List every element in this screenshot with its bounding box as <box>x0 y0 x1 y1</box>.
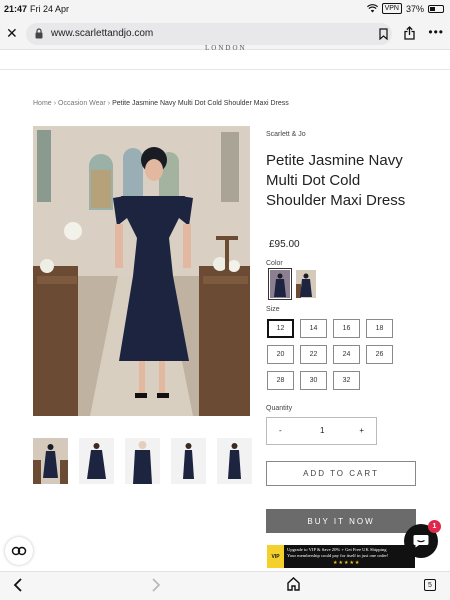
breadcrumb: Home › Occasion Wear › Petite Jasmine Navy M… <box>33 100 289 107</box>
more-icon[interactable]: ••• <box>428 25 444 39</box>
size-option-22[interactable]: 22 <box>300 345 327 364</box>
wifi-icon <box>366 4 378 13</box>
bookmark-icon[interactable] <box>379 28 388 40</box>
color-label: Color <box>266 260 283 267</box>
vip-promo-banner[interactable]: VIP Upgrade to VIP & Save 20% + Get Free… <box>267 545 415 568</box>
forward-arrow-icon[interactable] <box>151 577 161 593</box>
battery-icon <box>428 4 444 13</box>
tabs-icon[interactable]: 5 <box>424 579 436 591</box>
site-logo-fragment: LONDON <box>205 44 247 52</box>
status-indicators: VPN 37% <box>366 3 444 14</box>
back-arrow-icon[interactable] <box>13 577 23 593</box>
size-option-12[interactable]: 12 <box>267 319 294 338</box>
buy-now-button[interactable]: BUY IT NOW <box>266 509 416 533</box>
url-text: www.scarlettandjo.com <box>51 28 154 39</box>
breadcrumb-category[interactable]: Occasion Wear <box>58 100 106 107</box>
chat-notification-badge: 1 <box>428 520 441 533</box>
product-price: £95.00 <box>269 239 300 250</box>
size-selector: 12 14 16 18 20 22 24 26 28 30 32 <box>267 319 401 390</box>
quantity-label: Quantity <box>266 405 293 412</box>
thumbnail-strip <box>33 438 252 484</box>
address-bar[interactable]: www.scarlettandjo.com <box>26 23 392 45</box>
browser-toolbar: 5 <box>0 571 450 600</box>
breadcrumb-current: Petite Jasmine Navy Multi Dot Cold Shoul… <box>112 100 289 107</box>
battery-level <box>430 6 436 11</box>
product-brand[interactable]: Scarlett & Jo <box>266 131 306 138</box>
home-icon[interactable] <box>287 577 300 591</box>
accessibility-button[interactable] <box>5 537 33 565</box>
size-option-30[interactable]: 30 <box>300 371 327 390</box>
breadcrumb-home[interactable]: Home <box>33 100 52 107</box>
product-photo <box>33 126 250 416</box>
size-option-14[interactable]: 14 <box>300 319 327 338</box>
quantity-increase-button[interactable]: + <box>359 426 364 435</box>
share-icon[interactable] <box>404 26 415 40</box>
product-title: Petite Jasmine Navy Multi Dot Cold Shoul… <box>266 152 406 209</box>
vip-badge: VIP <box>267 545 284 568</box>
thumbnail-1[interactable] <box>33 438 68 484</box>
close-icon[interactable]: ✕ <box>6 25 18 42</box>
thumbnail-4[interactable] <box>171 438 206 484</box>
size-option-18[interactable]: 18 <box>366 319 393 338</box>
status-date: Fri 24 Apr <box>30 4 70 14</box>
size-option-32[interactable]: 32 <box>333 371 360 390</box>
size-option-16[interactable]: 16 <box>333 319 360 338</box>
thumbnail-5[interactable] <box>217 438 252 484</box>
rating-stars: ★★★★★ <box>333 560 361 566</box>
vpn-badge: VPN <box>381 3 402 14</box>
color-swatch-2[interactable] <box>296 270 316 298</box>
promo-line-1: Upgrade to VIP & Save 20% + Get Free UK … <box>287 547 387 552</box>
chat-icon <box>413 535 429 548</box>
size-option-20[interactable]: 20 <box>267 345 294 364</box>
quantity-decrease-button[interactable]: - <box>279 426 282 435</box>
accessibility-icon <box>11 546 27 556</box>
header-divider <box>0 69 450 70</box>
size-label: Size <box>266 306 280 313</box>
status-time: 21:47 <box>4 4 28 14</box>
main-product-image[interactable] <box>33 126 250 416</box>
color-swatch-1[interactable] <box>268 268 292 300</box>
lock-icon <box>35 28 43 39</box>
status-bar: 21:47 Fri 24 Apr VPN 37% <box>0 0 450 18</box>
quantity-stepper: - 1 + <box>266 417 377 445</box>
thumbnail-2[interactable] <box>79 438 114 484</box>
size-option-24[interactable]: 24 <box>333 345 360 364</box>
battery-percent: 37% <box>405 3 424 14</box>
size-option-26[interactable]: 26 <box>366 345 393 364</box>
breadcrumb-separator: › <box>53 100 57 107</box>
promo-line-2: Your membership could pay for itself in … <box>287 553 389 558</box>
thumbnail-3[interactable] <box>125 438 160 484</box>
quantity-input[interactable]: 1 <box>320 426 324 435</box>
add-to-cart-button[interactable]: ADD TO CART <box>266 461 416 486</box>
size-option-28[interactable]: 28 <box>267 371 294 390</box>
breadcrumb-separator: › <box>107 100 111 107</box>
